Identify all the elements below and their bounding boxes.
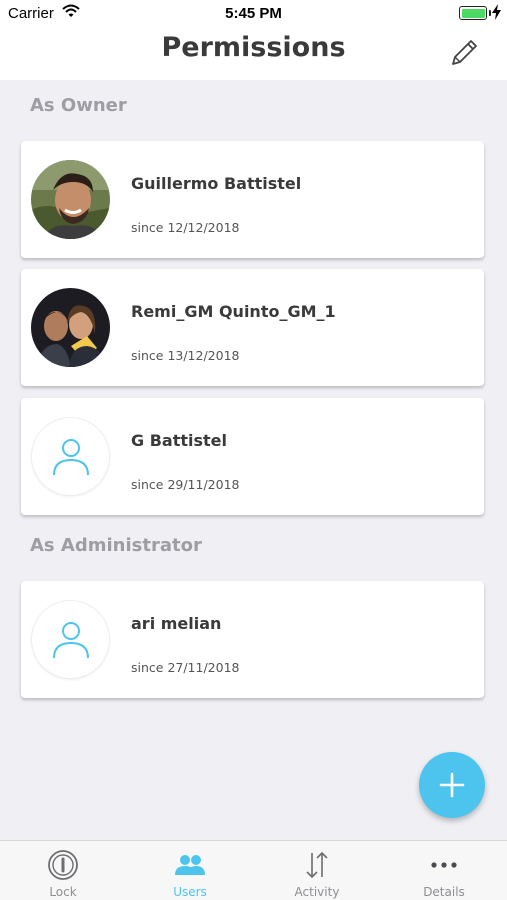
lock-icon: [48, 850, 78, 880]
section-heading-owner: As Owner: [30, 95, 127, 116]
user-card[interactable]: Guillermo Battistel since 12/12/2018: [21, 141, 484, 258]
status-bar: Carrier 5:45 PM: [0, 0, 507, 28]
edit-button[interactable]: [447, 36, 481, 70]
activity-arrows-icon: [306, 851, 328, 879]
nav-header: Permissions: [0, 28, 507, 80]
tab-label: Users: [173, 885, 207, 899]
user-since-date: since 27/11/2018: [131, 660, 240, 675]
avatar: [31, 417, 110, 496]
add-user-button[interactable]: [419, 752, 485, 818]
avatar: [31, 288, 110, 367]
tab-lock[interactable]: Lock: [0, 841, 126, 900]
tab-details[interactable]: Details: [381, 841, 507, 900]
battery-cap: [489, 10, 491, 16]
user-photo-avatar: [31, 288, 110, 367]
user-name: G Battistel: [131, 431, 227, 450]
page-title: Permissions: [161, 32, 346, 63]
section-heading-administrator: As Administrator: [30, 535, 202, 556]
user-card[interactable]: ari melian since 27/11/2018: [21, 581, 484, 698]
status-time: 5:45 PM: [225, 5, 282, 22]
user-card[interactable]: Remi_GM Quinto_GM_1 since 13/12/2018: [21, 269, 484, 386]
plus-icon: [439, 772, 465, 798]
user-name: Guillermo Battistel: [131, 174, 302, 193]
person-placeholder-icon: [53, 622, 89, 659]
user-photo-avatar: [31, 160, 110, 239]
tab-label: Lock: [49, 885, 77, 899]
battery-icon: [459, 6, 487, 20]
user-name: Remi_GM Quinto_GM_1: [131, 302, 336, 321]
tab-users[interactable]: Users: [127, 841, 253, 900]
users-icon: [175, 855, 205, 875]
tab-bar: Lock Users Activity Details: [0, 840, 507, 900]
avatar: [31, 600, 110, 679]
tab-activity[interactable]: Activity: [254, 841, 380, 900]
battery-level-fill: [461, 8, 485, 18]
user-card[interactable]: G Battistel since 29/11/2018: [21, 398, 484, 515]
person-placeholder-icon: [53, 439, 89, 476]
tab-label: Details: [423, 885, 465, 899]
more-dots-icon: [431, 862, 457, 868]
user-since-date: since 29/11/2018: [131, 477, 240, 492]
charging-bolt-icon: [492, 4, 501, 20]
user-name: ari melian: [131, 614, 222, 633]
user-since-date: since 12/12/2018: [131, 220, 240, 235]
tab-label: Activity: [294, 885, 340, 899]
avatar: [31, 160, 110, 239]
user-since-date: since 13/12/2018: [131, 348, 240, 363]
pencil-icon: [452, 40, 477, 65]
